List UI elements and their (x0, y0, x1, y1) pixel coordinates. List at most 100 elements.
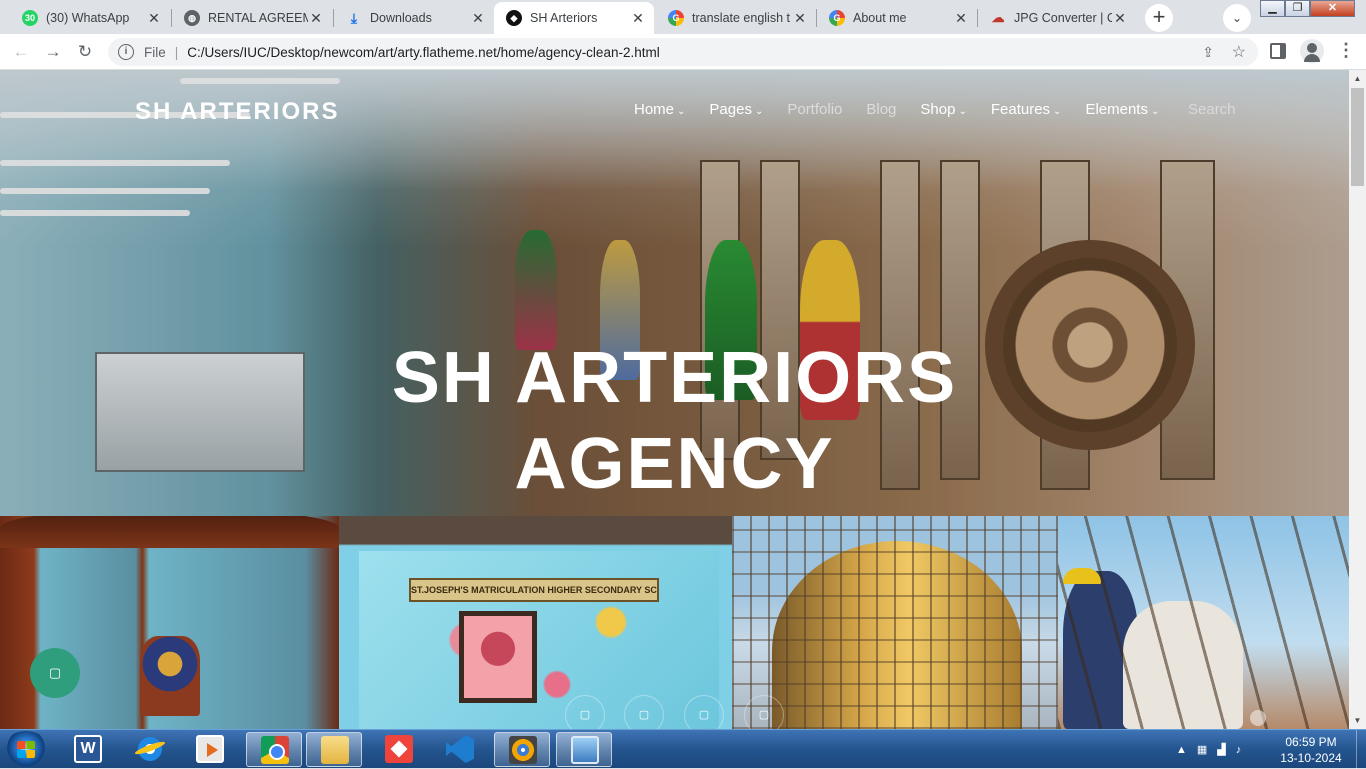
chrome-icon (261, 736, 289, 764)
close-icon[interactable]: ✕ (953, 10, 969, 26)
taskbar-file-explorer[interactable] (306, 732, 362, 767)
address-bar[interactable]: i File | C:/Users/IUC/Desktop/newcom/art… (108, 38, 1258, 66)
gallery-nav-dot[interactable]: ▢ (744, 695, 784, 729)
taskbar-internet-explorer[interactable] (122, 732, 178, 767)
scrollbar-thumb[interactable] (1351, 88, 1364, 186)
page-viewport: SH ARTERIORS Home ⌄ Pages ⌄ Portfolio Blog… (0, 70, 1349, 729)
chevron-down-icon: ⌄ (754, 106, 764, 117)
media-player-icon (196, 735, 224, 763)
show-hidden-icons-icon[interactable]: ▲ (1176, 744, 1187, 756)
nav-label: Shop (920, 101, 956, 118)
nav-search-link[interactable]: Search (1188, 101, 1236, 118)
tab-search-button[interactable]: ⌄ (1223, 4, 1251, 32)
gallery-image-school-mural[interactable]: ST.JOSEPH'S MATRICULATION HIGHER SECONDA… (339, 516, 732, 729)
taskbar-anydesk[interactable] (371, 732, 427, 767)
nav-item-blog[interactable]: Blog (866, 101, 896, 118)
tab-title: (30) WhatsApp (46, 11, 130, 25)
show-desktop-button[interactable] (1356, 730, 1366, 769)
taskbar-remote-desktop[interactable] (556, 732, 612, 767)
close-icon[interactable]: ✕ (470, 10, 486, 26)
page-scrollbar[interactable]: ▲ ▼ (1349, 70, 1366, 729)
globe-icon: ◍ (184, 10, 200, 26)
internet-explorer-icon (136, 735, 164, 763)
gallery-image-workers[interactable] (1058, 516, 1349, 729)
google-icon: G (829, 10, 845, 26)
bookmark-star-icon[interactable]: ☆ (1232, 42, 1246, 62)
close-icon[interactable]: ✕ (792, 10, 808, 26)
profile-avatar-icon[interactable] (1300, 39, 1324, 63)
download-icon: ⤓ (350, 9, 358, 26)
close-icon[interactable]: ✕ (146, 10, 162, 26)
side-panel-icon[interactable] (1270, 43, 1286, 59)
gallery-nav-dot[interactable] (1250, 710, 1266, 726)
monitor-icon (571, 736, 599, 764)
reload-icon[interactable]: ↻ (72, 39, 98, 65)
close-icon[interactable]: ✕ (630, 10, 646, 26)
gallery-image-golden-dome[interactable] (732, 516, 1058, 729)
taskbar-media-player[interactable] (182, 732, 238, 767)
taskbar-chrome[interactable] (246, 732, 302, 767)
tab-title: translate english t (692, 11, 790, 25)
tab-title: JPG Converter | Cl (1014, 11, 1112, 25)
signal-bars-icon[interactable]: ▟ (1217, 743, 1225, 756)
nav-item-pages[interactable]: Pages ⌄ (709, 101, 763, 118)
minimize-button[interactable]: ▁ (1260, 0, 1285, 17)
tab-title: RENTAL AGREEME (208, 11, 308, 25)
tab-rental-agreement[interactable]: ◍ RENTAL AGREEME ✕ (172, 2, 332, 34)
tab-whatsapp[interactable]: 30 (30) WhatsApp ✕ (10, 2, 170, 34)
tab-about-me[interactable]: G About me ✕ (817, 2, 977, 34)
kebab-menu-icon[interactable]: ⋮ (1334, 39, 1358, 63)
back-icon[interactable]: ← (8, 39, 34, 65)
tab-sh-arteriors[interactable]: ◆ SH Arteriors ✕ (494, 2, 654, 34)
tab-jpg-converter[interactable]: ☁ JPG Converter | Cl ✕ (978, 2, 1136, 34)
taskbar-clock[interactable]: 06:59 PM 13-10-2024 (1276, 734, 1346, 766)
close-window-button[interactable]: ✕ (1310, 0, 1355, 17)
tab-downloads[interactable]: ⤓ Downloads ✕ (334, 2, 494, 34)
system-tray: ▲ ▦ ▟ ♪ (1176, 730, 1251, 769)
chevron-down-icon: ⌄ (958, 106, 967, 117)
url-text[interactable]: C:/Users/IUC/Desktop/newcom/art/arty.fla… (187, 45, 659, 60)
chevron-down-icon: ⌄ (1150, 106, 1160, 117)
hero-section: SH ARTERIORS Home ⌄ Pages ⌄ Portfolio Blog… (0, 70, 1349, 516)
windows-taskbar: W ▲ ▦ ▟ ♪ 06:59 PM 13-10-2024 (0, 729, 1366, 769)
taskbar-word[interactable]: W (60, 732, 116, 767)
maximize-button[interactable]: ❐ (1285, 0, 1310, 17)
taskbar-disc-burner[interactable] (494, 732, 550, 767)
floating-action-button[interactable]: ▢ (30, 648, 80, 698)
tab-strip: 30 (30) WhatsApp ✕ ◍ RENTAL AGREEME ✕ ⤓ … (0, 0, 1366, 34)
speaker-icon[interactable]: ♪ (1236, 744, 1242, 756)
nav-label: Elements (1085, 101, 1148, 118)
gallery-nav-dot[interactable]: ▢ (624, 695, 664, 729)
carved-arch (0, 516, 339, 548)
hero-title-line2: AGENCY (514, 424, 835, 504)
forward-icon[interactable]: → (40, 39, 66, 65)
folder-icon (321, 736, 349, 764)
deity-idol (140, 636, 200, 716)
nav-item-home[interactable]: Home ⌄ (634, 101, 685, 118)
gallery-nav-dot[interactable]: ▢ (684, 695, 724, 729)
gallery-nav-dot[interactable]: ▢ (565, 695, 605, 729)
scroll-up-arrow-icon[interactable]: ▲ (1349, 70, 1366, 87)
start-button[interactable] (3, 731, 49, 768)
nav-label: Portfolio (787, 101, 843, 118)
scroll-down-arrow-icon[interactable]: ▼ (1349, 712, 1366, 729)
hero-title-line1: SH ARTERIORS (391, 338, 958, 418)
network-adapter-icon[interactable]: ▦ (1197, 743, 1207, 756)
nav-item-shop[interactable]: Shop ⌄ (920, 101, 966, 118)
cloud-icon: ☁ (991, 10, 1005, 25)
tab-translate[interactable]: G translate english t ✕ (656, 2, 816, 34)
nav-label: Pages (709, 101, 752, 118)
info-icon[interactable]: i (118, 44, 134, 60)
nav-item-portfolio[interactable]: Portfolio (787, 101, 842, 118)
taskbar-vscode[interactable] (432, 732, 488, 767)
share-icon[interactable]: ⇪ (1202, 44, 1214, 61)
site-logo[interactable]: SH ARTERIORS (135, 98, 339, 126)
nav-item-elements[interactable]: Elements ⌄ (1085, 101, 1159, 118)
tab-title: Downloads (370, 11, 432, 25)
close-icon[interactable]: ✕ (1112, 10, 1128, 26)
chevron-down-icon: ⌄ (1053, 106, 1062, 117)
nav-item-features[interactable]: Features ⌄ (991, 101, 1062, 118)
clock-time: 06:59 PM (1285, 735, 1337, 749)
close-icon[interactable]: ✕ (308, 10, 324, 26)
new-tab-button[interactable]: + (1145, 4, 1173, 32)
